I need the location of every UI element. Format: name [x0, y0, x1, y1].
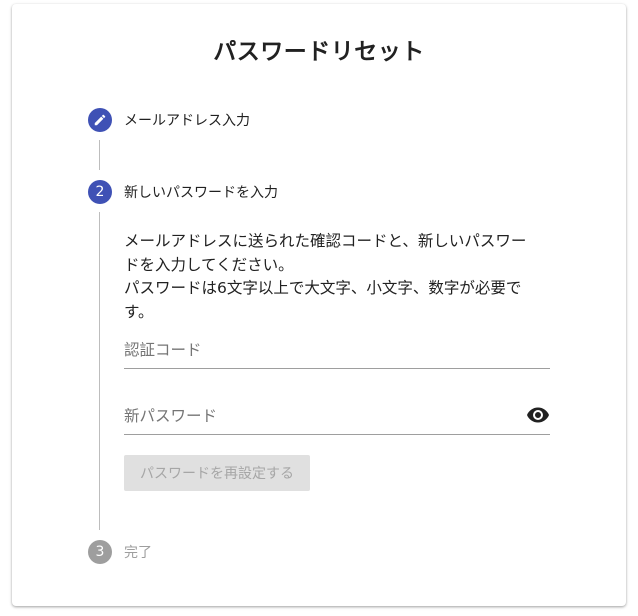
eye-icon[interactable]: [526, 403, 550, 427]
description-line: ドを入力してください。: [124, 255, 294, 274]
description-line: パスワードは6文字以上で大文字、小文字、数字が必要で: [124, 279, 522, 297]
step-3-marker: 3: [88, 540, 112, 564]
password-reset-card: パスワードリセット メールアドレス入力 2 新しいパスワードを入力 メールアドレ…: [12, 4, 626, 606]
step-connector-1: [99, 140, 100, 170]
page-title: パスワードリセット: [213, 39, 425, 65]
step-connector-2: [99, 212, 100, 530]
pencil-icon: [94, 114, 106, 126]
description-line: す。: [124, 302, 154, 321]
step-3-label: 完了: [124, 545, 152, 561]
reset-password-button[interactable]: パスワードを再設定する: [124, 455, 310, 491]
step-2-label: 新しいパスワードを入力: [124, 185, 278, 201]
verification-code-input[interactable]: [124, 334, 514, 366]
step-1-marker: [88, 108, 112, 132]
step-3-number: 3: [95, 544, 105, 560]
verification-code-field: [124, 334, 550, 369]
step-2-number: 2: [95, 184, 105, 200]
new-password-input[interactable]: [124, 400, 514, 432]
step-2-marker: 2: [88, 180, 112, 204]
description-line: メールアドレスに送られた確認コードと、新しいパスワー: [124, 232, 527, 250]
step-1-label: メールアドレス入力: [124, 113, 250, 129]
step-2-description: メールアドレスに送られた確認コードと、新しいパスワー ドを入力してください。 パ…: [124, 230, 544, 324]
new-password-field: [124, 400, 550, 435]
